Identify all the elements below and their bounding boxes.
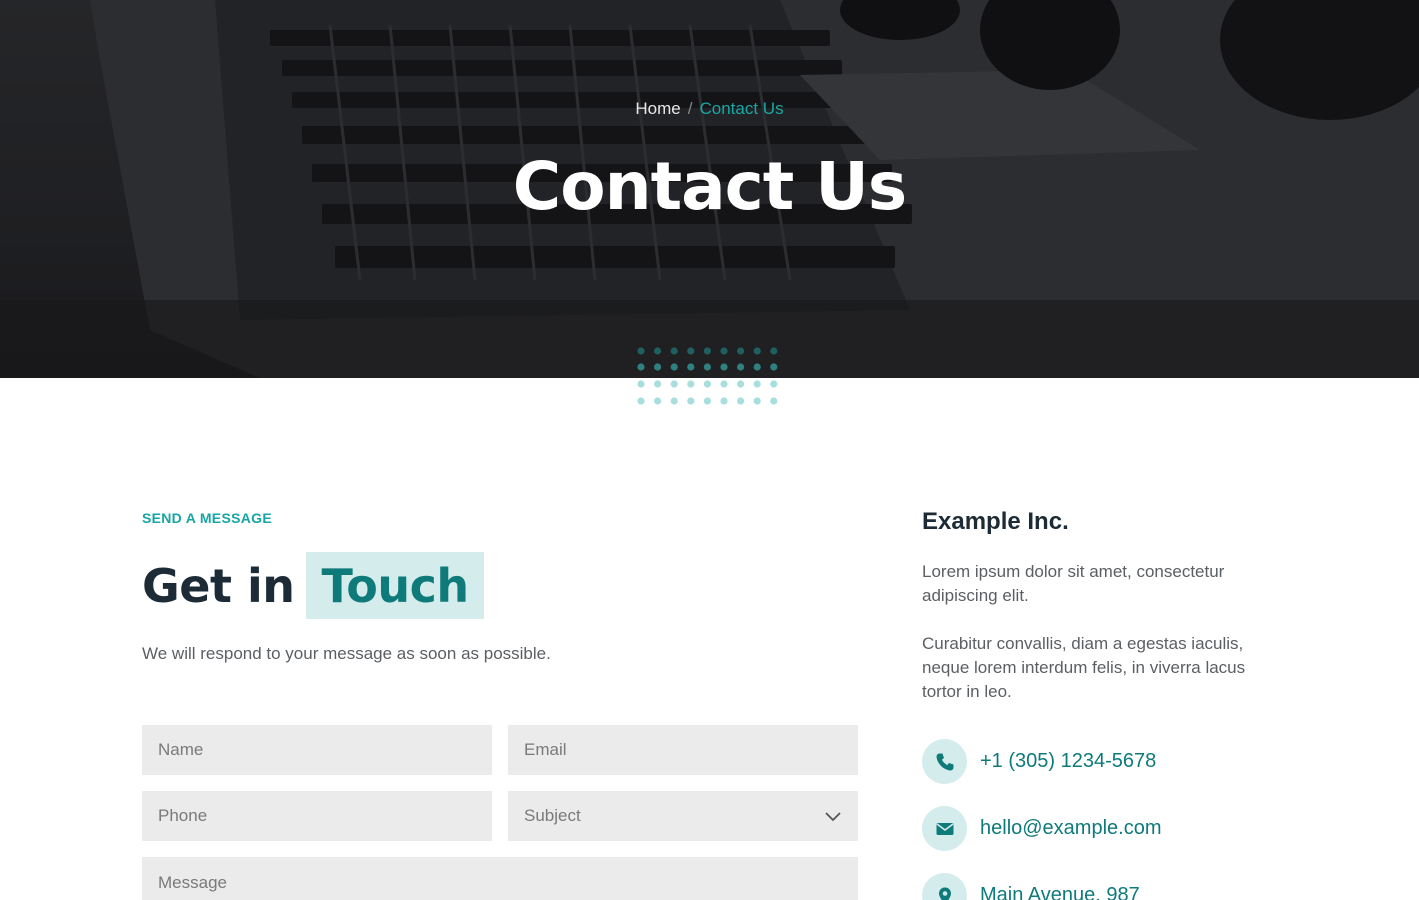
dot <box>737 380 745 388</box>
phone-placeholder: Phone <box>158 806 208 825</box>
dot <box>687 363 695 371</box>
name-placeholder: Name <box>158 740 204 759</box>
dot <box>737 347 745 355</box>
dot <box>770 363 778 371</box>
dot <box>654 363 662 371</box>
page-title: Contact Us <box>512 148 907 225</box>
dot <box>720 363 728 371</box>
dot <box>637 397 645 405</box>
dot <box>637 347 645 355</box>
message-textarea[interactable]: Message <box>142 857 858 900</box>
dot <box>687 380 695 388</box>
email-field[interactable]: Email <box>508 725 858 775</box>
form-heading: Get in Touch <box>142 552 484 619</box>
map-pin-icon <box>922 873 967 900</box>
form-subtext: We will respond to your message as soon … <box>142 644 551 663</box>
hero-banner: Home / Contact Us Contact Us <box>0 0 1419 378</box>
dot <box>654 397 662 405</box>
dot <box>753 363 761 371</box>
dot <box>703 380 711 388</box>
contact-address[interactable]: Main Avenue, 987 <box>922 873 1140 900</box>
breadcrumb-separator: / <box>687 99 693 118</box>
breadcrumb-current: Contact Us <box>699 99 784 118</box>
dot <box>753 347 761 355</box>
dot <box>654 380 662 388</box>
dot <box>670 347 678 355</box>
name-field[interactable]: Name <box>142 725 492 775</box>
decorative-dot-grid <box>637 347 778 405</box>
dot <box>637 380 645 388</box>
heading-highlight: Touch <box>306 552 484 619</box>
company-name: Example Inc. <box>922 508 1069 535</box>
phone-number-link[interactable]: +1 (305) 1234-5678 <box>980 750 1156 773</box>
dot <box>670 397 678 405</box>
dot <box>770 397 778 405</box>
dot <box>753 380 761 388</box>
company-description-2: Curabitur convallis, diam a egestas iacu… <box>922 634 1246 701</box>
message-placeholder: Message <box>158 873 227 892</box>
dot <box>687 397 695 405</box>
dot <box>737 397 745 405</box>
dot <box>703 397 711 405</box>
breadcrumb-home-link[interactable]: Home <box>635 99 680 118</box>
dot <box>703 347 711 355</box>
contact-email[interactable]: hello@example.com <box>922 806 1162 851</box>
dot <box>654 347 662 355</box>
dot <box>720 380 728 388</box>
dot <box>637 363 645 371</box>
email-placeholder: Email <box>524 740 567 759</box>
subject-placeholder: Subject <box>524 806 581 825</box>
dot <box>670 363 678 371</box>
dot <box>770 347 778 355</box>
subject-select[interactable]: Subject <box>508 791 858 841</box>
dot <box>737 363 745 371</box>
address-text[interactable]: Main Avenue, 987 <box>980 884 1140 900</box>
contact-phone[interactable]: +1 (305) 1234-5678 <box>922 739 1156 784</box>
dot <box>703 363 711 371</box>
section-eyebrow: SEND A MESSAGE <box>142 510 272 526</box>
dot <box>720 347 728 355</box>
dot <box>720 397 728 405</box>
heading-plain: Get in <box>142 558 295 613</box>
phone-field[interactable]: Phone <box>142 791 492 841</box>
chevron-down-icon <box>825 812 841 822</box>
email-link[interactable]: hello@example.com <box>980 817 1162 840</box>
dot <box>770 380 778 388</box>
breadcrumb: Home / Contact Us <box>0 99 1419 119</box>
envelope-icon <box>922 806 967 851</box>
dot <box>687 347 695 355</box>
dot <box>753 397 761 405</box>
phone-icon <box>922 739 967 784</box>
company-description-1: Lorem ipsum dolor sit amet, consectetur … <box>922 562 1225 605</box>
dot <box>670 380 678 388</box>
